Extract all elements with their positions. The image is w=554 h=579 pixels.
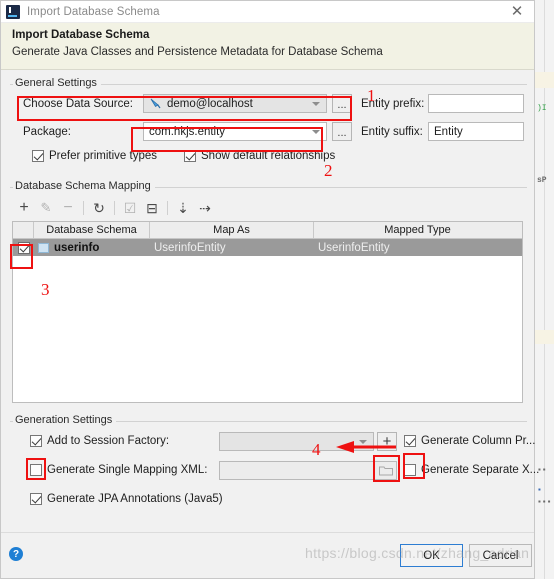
edit-pencil-icon: ✎ [40, 200, 52, 215]
toolbar-separator [83, 201, 84, 215]
table-header-row: Database Schema Map As Mapped Type [13, 222, 522, 239]
row-checkbox[interactable] [17, 241, 30, 254]
show-default-relationships-label: Show default relationships [201, 150, 336, 162]
prefer-primitive-types-checkbox[interactable]: Prefer primitive types [32, 150, 157, 162]
checkbox-box [32, 150, 44, 162]
annotation-number-4: 4 [312, 440, 321, 459]
row-database-schema: userinfo [34, 239, 150, 256]
data-source-value: demo@localhost [167, 97, 253, 110]
single-mapping-xml-input[interactable] [219, 461, 397, 480]
collapse-all-icon[interactable]: ⇢ [194, 198, 216, 218]
folder-icon[interactable] [377, 462, 394, 479]
background-text: ▪▪▪ [537, 498, 552, 507]
database-connection-icon [149, 97, 162, 110]
row-checkbox-cell[interactable] [13, 239, 34, 256]
background-text: ▪ [537, 486, 542, 495]
close-icon[interactable]: ✕ [500, 1, 534, 23]
show-default-relationships-checkbox[interactable]: Show default relationships [184, 150, 335, 162]
dialog-body: General Settings Choose Data Source: dem… [1, 70, 539, 532]
intellij-idea-icon [6, 4, 20, 19]
background-text: )I [537, 104, 547, 113]
package-browse-button[interactable]: ... [332, 122, 352, 141]
generation-settings-title: Generation Settings [13, 414, 117, 426]
generate-column-properties-checkbox[interactable]: Generate Column Pr... [404, 435, 535, 447]
data-source-combo[interactable]: demo@localhost [143, 94, 327, 113]
refresh-icon[interactable]: ↻ [88, 198, 110, 218]
dialog-header: Import Database Schema Generate Java Cla… [1, 23, 534, 70]
package-value: com.hkjs.entity [149, 125, 226, 138]
header-subtitle: Generate Java Classes and Persistence Me… [12, 46, 383, 58]
add-to-session-factory-label: Add to Session Factory: [47, 435, 170, 447]
background-editor-strip: )I sP ▪▪ ▪ ▪▪▪ [534, 0, 554, 579]
background-text: sP [537, 176, 547, 185]
toolbar-separator [167, 201, 168, 215]
generate-single-mapping-xml-checkbox[interactable]: Generate Single Mapping XML: [30, 464, 207, 476]
data-source-browse-button[interactable]: ... [332, 94, 352, 113]
row-mapped-type: UserinfoEntity [318, 241, 390, 254]
generate-separate-xml-label: Generate Separate X... [421, 464, 540, 476]
dialog-title: Import Database Schema [27, 5, 160, 18]
entity-suffix-label: Entity suffix: [361, 126, 423, 138]
row-map-as: UserinfoEntity [154, 241, 226, 254]
dialog-titlebar: Import Database Schema ✕ [1, 1, 534, 23]
schema-mapping-table[interactable]: Database Schema Map As Mapped Type useri… [12, 221, 523, 403]
add-icon[interactable]: + [13, 198, 35, 218]
checkbox-box [404, 435, 416, 447]
package-combo[interactable]: com.hkjs.entity [143, 122, 327, 141]
checkbox-box [184, 150, 196, 162]
annotation-number-2: 2 [324, 161, 333, 180]
annotation-number-1: 1 [367, 86, 376, 105]
entity-prefix-input[interactable] [428, 94, 524, 113]
deselect-all-icon[interactable]: ⊟ [141, 198, 163, 218]
background-band [535, 72, 554, 88]
annotation-arrow-4 [336, 441, 396, 453]
row-schema-name: userinfo [54, 241, 100, 254]
generate-column-properties-label: Generate Column Pr... [421, 435, 536, 447]
chevron-down-icon [312, 129, 320, 134]
checkbox-box [404, 464, 416, 476]
entity-suffix-input[interactable]: Entity [428, 122, 524, 141]
chevron-down-icon [312, 101, 320, 106]
table-icon [38, 242, 49, 253]
toolbar-separator [114, 201, 115, 215]
table-header-map-as[interactable]: Map As [150, 222, 314, 238]
checkbox-box [30, 493, 42, 505]
table-header-checkbox-col [13, 222, 34, 238]
select-all-icon[interactable]: ☑ [119, 198, 141, 218]
header-title: Import Database Schema [12, 29, 150, 41]
annotation-number-3: 3 [41, 280, 50, 299]
watermark-text: https://blog.csdn.net/zhang_adrian [305, 545, 530, 561]
checkbox-box [30, 464, 42, 476]
generate-separate-xml-checkbox[interactable]: Generate Separate X... [404, 464, 539, 476]
table-header-mapped-type[interactable]: Mapped Type [314, 222, 521, 238]
checkbox-box [30, 435, 42, 447]
screenshot-root: )I sP ▪▪ ▪ ▪▪▪ Import Database Schema ✕ … [0, 0, 554, 579]
generate-jpa-annotations-checkbox[interactable]: Generate JPA Annotations (Java5) [30, 493, 223, 505]
expand-all-icon[interactable]: ⇣ [172, 198, 194, 218]
help-icon[interactable]: ? [9, 547, 23, 561]
import-database-schema-dialog: Import Database Schema ✕ Import Database… [0, 0, 539, 579]
table-row[interactable]: userinfo UserinfoEntity UserinfoEntity [13, 239, 522, 256]
background-band [535, 330, 554, 344]
schema-mapping-title: Database Schema Mapping [13, 180, 155, 192]
generate-jpa-annotations-label: Generate JPA Annotations (Java5) [47, 493, 223, 505]
general-settings-title: General Settings [13, 77, 101, 89]
data-source-label: Choose Data Source: [23, 98, 133, 110]
remove-icon: − [63, 199, 73, 216]
package-label: Package: [23, 126, 71, 138]
prefer-primitive-types-label: Prefer primitive types [49, 150, 158, 162]
generate-single-mapping-xml-label: Generate Single Mapping XML: [47, 464, 208, 476]
add-to-session-factory-checkbox[interactable]: Add to Session Factory: [30, 435, 169, 447]
schema-mapping-toolbar: + ✎ − ↻ ☑ ⊟ ⇣ ⇢ [13, 198, 216, 218]
table-header-database-schema[interactable]: Database Schema [34, 222, 150, 238]
